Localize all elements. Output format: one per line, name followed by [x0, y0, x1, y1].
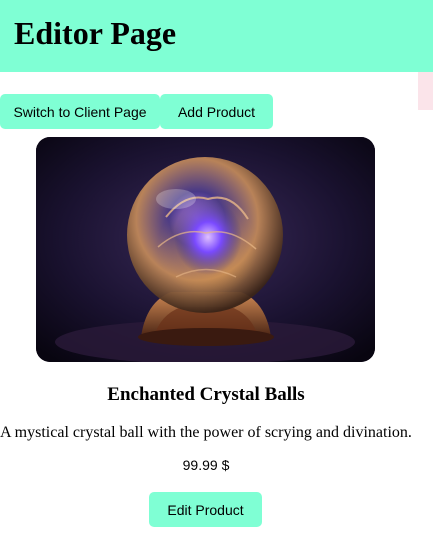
- page-title: Editor Page: [14, 15, 177, 51]
- switch-to-client-button[interactable]: Switch to Client Page: [0, 94, 160, 129]
- product-description: A mystical crystal ball with the power o…: [0, 424, 412, 441]
- page-header: Editor Page: [0, 0, 433, 72]
- edit-product-button[interactable]: Edit Product: [149, 492, 262, 527]
- product-price: 99.99 $: [182, 457, 230, 473]
- editor-page: Editor Page Switch to Client Page Add Pr…: [0, 0, 433, 543]
- crystal-ball-image: [36, 137, 375, 362]
- product-image: [36, 137, 375, 362]
- product-title: Enchanted Crystal Balls: [107, 384, 305, 405]
- add-product-button[interactable]: Add Product: [160, 94, 273, 129]
- decorative-strip: [418, 72, 433, 110]
